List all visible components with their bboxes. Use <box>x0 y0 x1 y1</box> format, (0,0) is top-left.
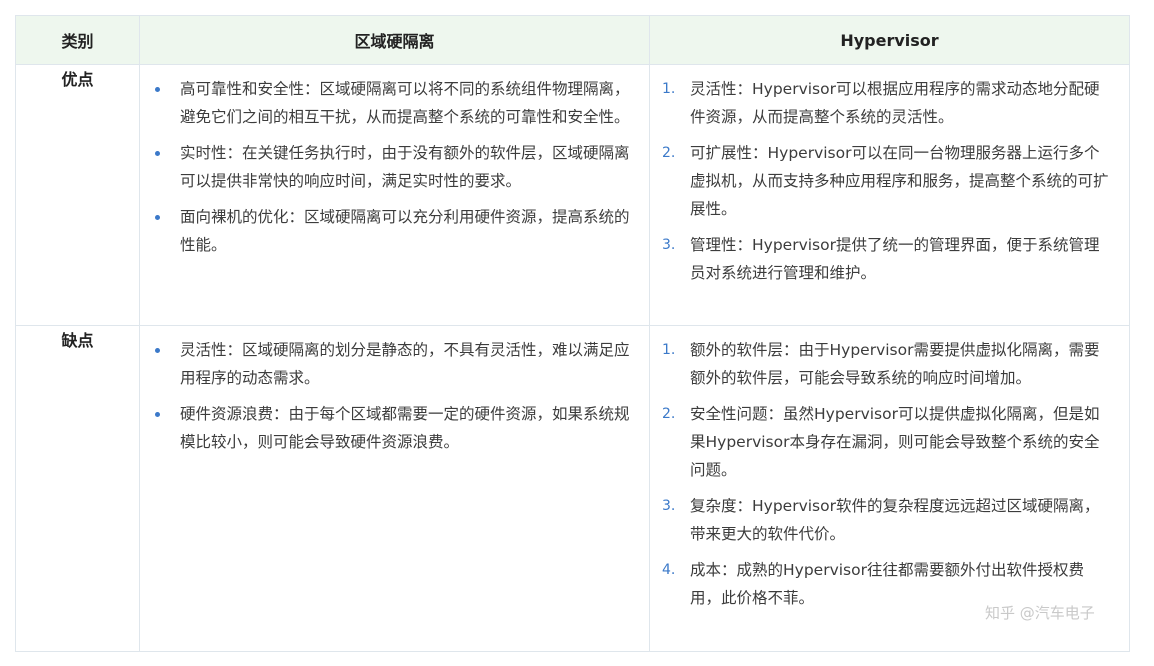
list-item-text: 成本：成熟的Hypervisor往往都需要额外付出软件授权费用，此价格不菲。 <box>690 561 1084 607</box>
list-item-text: 高可靠性和安全性：区域硬隔离可以将不同的系统组件物理隔离，避免它们之间的相互干扰… <box>180 80 630 126</box>
list-item: 实时性：在关键任务执行时，由于没有额外的软件层，区域硬隔离可以提供非常快的响应时… <box>152 139 633 195</box>
table-row-disadvantages: 缺点 灵活性：区域硬隔离的划分是静态的，不具有灵活性，难以满足应用程序的动态需求… <box>15 325 1130 652</box>
list-item-text: 灵活性：Hypervisor可以根据应用程序的需求动态地分配硬件资源，从而提高整… <box>690 80 1100 126</box>
zone-isolation-advantages-list: 高可靠性和安全性：区域硬隔离可以将不同的系统组件物理隔离，避免它们之间的相互干扰… <box>152 75 633 259</box>
list-number: 2. <box>662 145 676 161</box>
hypervisor-advantages-list: 1. 灵活性：Hypervisor可以根据应用程序的需求动态地分配硬件资源，从而提… <box>662 75 1113 287</box>
list-item-text: 复杂度：Hypervisor软件的复杂程度远远超过区域硬隔离，带来更大的软件代价… <box>690 497 1100 543</box>
list-item: 面向裸机的优化：区域硬隔离可以充分利用硬件资源，提高系统的性能。 <box>152 203 633 259</box>
bullet-icon <box>155 87 160 92</box>
hypervisor-advantages: 1. 灵活性：Hypervisor可以根据应用程序的需求动态地分配硬件资源，从而提… <box>649 64 1130 326</box>
category-advantages: 优点 <box>15 64 140 326</box>
bullet-icon <box>155 215 160 220</box>
zone-isolation-disadvantages: 灵活性：区域硬隔离的划分是静态的，不具有灵活性，难以满足应用程序的动态需求。 硬… <box>139 325 650 652</box>
header-category: 类别 <box>15 15 140 65</box>
list-item-text: 灵活性：区域硬隔离的划分是静态的，不具有灵活性，难以满足应用程序的动态需求。 <box>180 341 630 387</box>
list-number: 3. <box>662 237 676 253</box>
header-zone-isolation: 区域硬隔离 <box>139 15 650 65</box>
list-number: 1. <box>662 81 676 97</box>
watermark: 知乎 @汽车电子 <box>985 604 1095 622</box>
hypervisor-disadvantages-list: 1. 额外的软件层：由于Hypervisor需要提供虚拟化隔离，需要额外的软件层，… <box>662 336 1113 612</box>
list-number: 2. <box>662 406 676 422</box>
list-number: 3. <box>662 498 676 514</box>
list-item: 3. 管理性：Hypervisor提供了统一的管理界面，便于系统管理员对系统进行管… <box>662 231 1113 287</box>
header-row: 类别 区域硬隔离 Hypervisor <box>15 15 1130 65</box>
list-item: 1. 额外的软件层：由于Hypervisor需要提供虚拟化隔离，需要额外的软件层，… <box>662 336 1113 392</box>
bullet-icon <box>155 412 160 417</box>
header-hypervisor: Hypervisor <box>649 15 1130 65</box>
category-disadvantages: 缺点 <box>15 325 140 652</box>
list-number: 4. <box>662 562 676 578</box>
list-item-text: 面向裸机的优化：区域硬隔离可以充分利用硬件资源，提高系统的性能。 <box>180 208 630 254</box>
zone-isolation-disadvantages-list: 灵活性：区域硬隔离的划分是静态的，不具有灵活性，难以满足应用程序的动态需求。 硬… <box>152 336 633 456</box>
bullet-icon <box>155 151 160 156</box>
list-number: 1. <box>662 342 676 358</box>
list-item: 3. 复杂度：Hypervisor软件的复杂程度远远超过区域硬隔离，带来更大的软件… <box>662 492 1113 548</box>
list-item: 硬件资源浪费：由于每个区域都需要一定的硬件资源，如果系统规模比较小，则可能会导致… <box>152 400 633 456</box>
list-item: 高可靠性和安全性：区域硬隔离可以将不同的系统组件物理隔离，避免它们之间的相互干扰… <box>152 75 633 131</box>
table-row-advantages: 优点 高可靠性和安全性：区域硬隔离可以将不同的系统组件物理隔离，避免它们之间的相… <box>15 64 1130 326</box>
list-item-text: 额外的软件层：由于Hypervisor需要提供虚拟化隔离，需要额外的软件层，可能… <box>690 341 1100 387</box>
list-item-text: 实时性：在关键任务执行时，由于没有额外的软件层，区域硬隔离可以提供非常快的响应时… <box>180 144 630 190</box>
list-item-text: 管理性：Hypervisor提供了统一的管理界面，便于系统管理员对系统进行管理和… <box>690 236 1100 282</box>
list-item: 1. 灵活性：Hypervisor可以根据应用程序的需求动态地分配硬件资源，从而提… <box>662 75 1113 131</box>
bullet-icon <box>155 348 160 353</box>
list-item-text: 硬件资源浪费：由于每个区域都需要一定的硬件资源，如果系统规模比较小，则可能会导致… <box>180 405 630 451</box>
list-item: 2. 安全性问题：虽然Hypervisor可以提供虚拟化隔离，但是如果Hyperv… <box>662 400 1113 484</box>
list-item: 灵活性：区域硬隔离的划分是静态的，不具有灵活性，难以满足应用程序的动态需求。 <box>152 336 633 392</box>
comparison-table: 类别 区域硬隔离 Hypervisor 优点 高可靠性和安全性：区域硬隔离可以将… <box>15 15 1130 652</box>
zone-isolation-advantages: 高可靠性和安全性：区域硬隔离可以将不同的系统组件物理隔离，避免它们之间的相互干扰… <box>139 64 650 326</box>
list-item: 2. 可扩展性：Hypervisor可以在同一台物理服务器上运行多个虚拟机，从而支… <box>662 139 1113 223</box>
list-item-text: 可扩展性：Hypervisor可以在同一台物理服务器上运行多个虚拟机，从而支持多… <box>690 144 1109 218</box>
list-item-text: 安全性问题：虽然Hypervisor可以提供虚拟化隔离，但是如果Hypervis… <box>690 405 1100 479</box>
